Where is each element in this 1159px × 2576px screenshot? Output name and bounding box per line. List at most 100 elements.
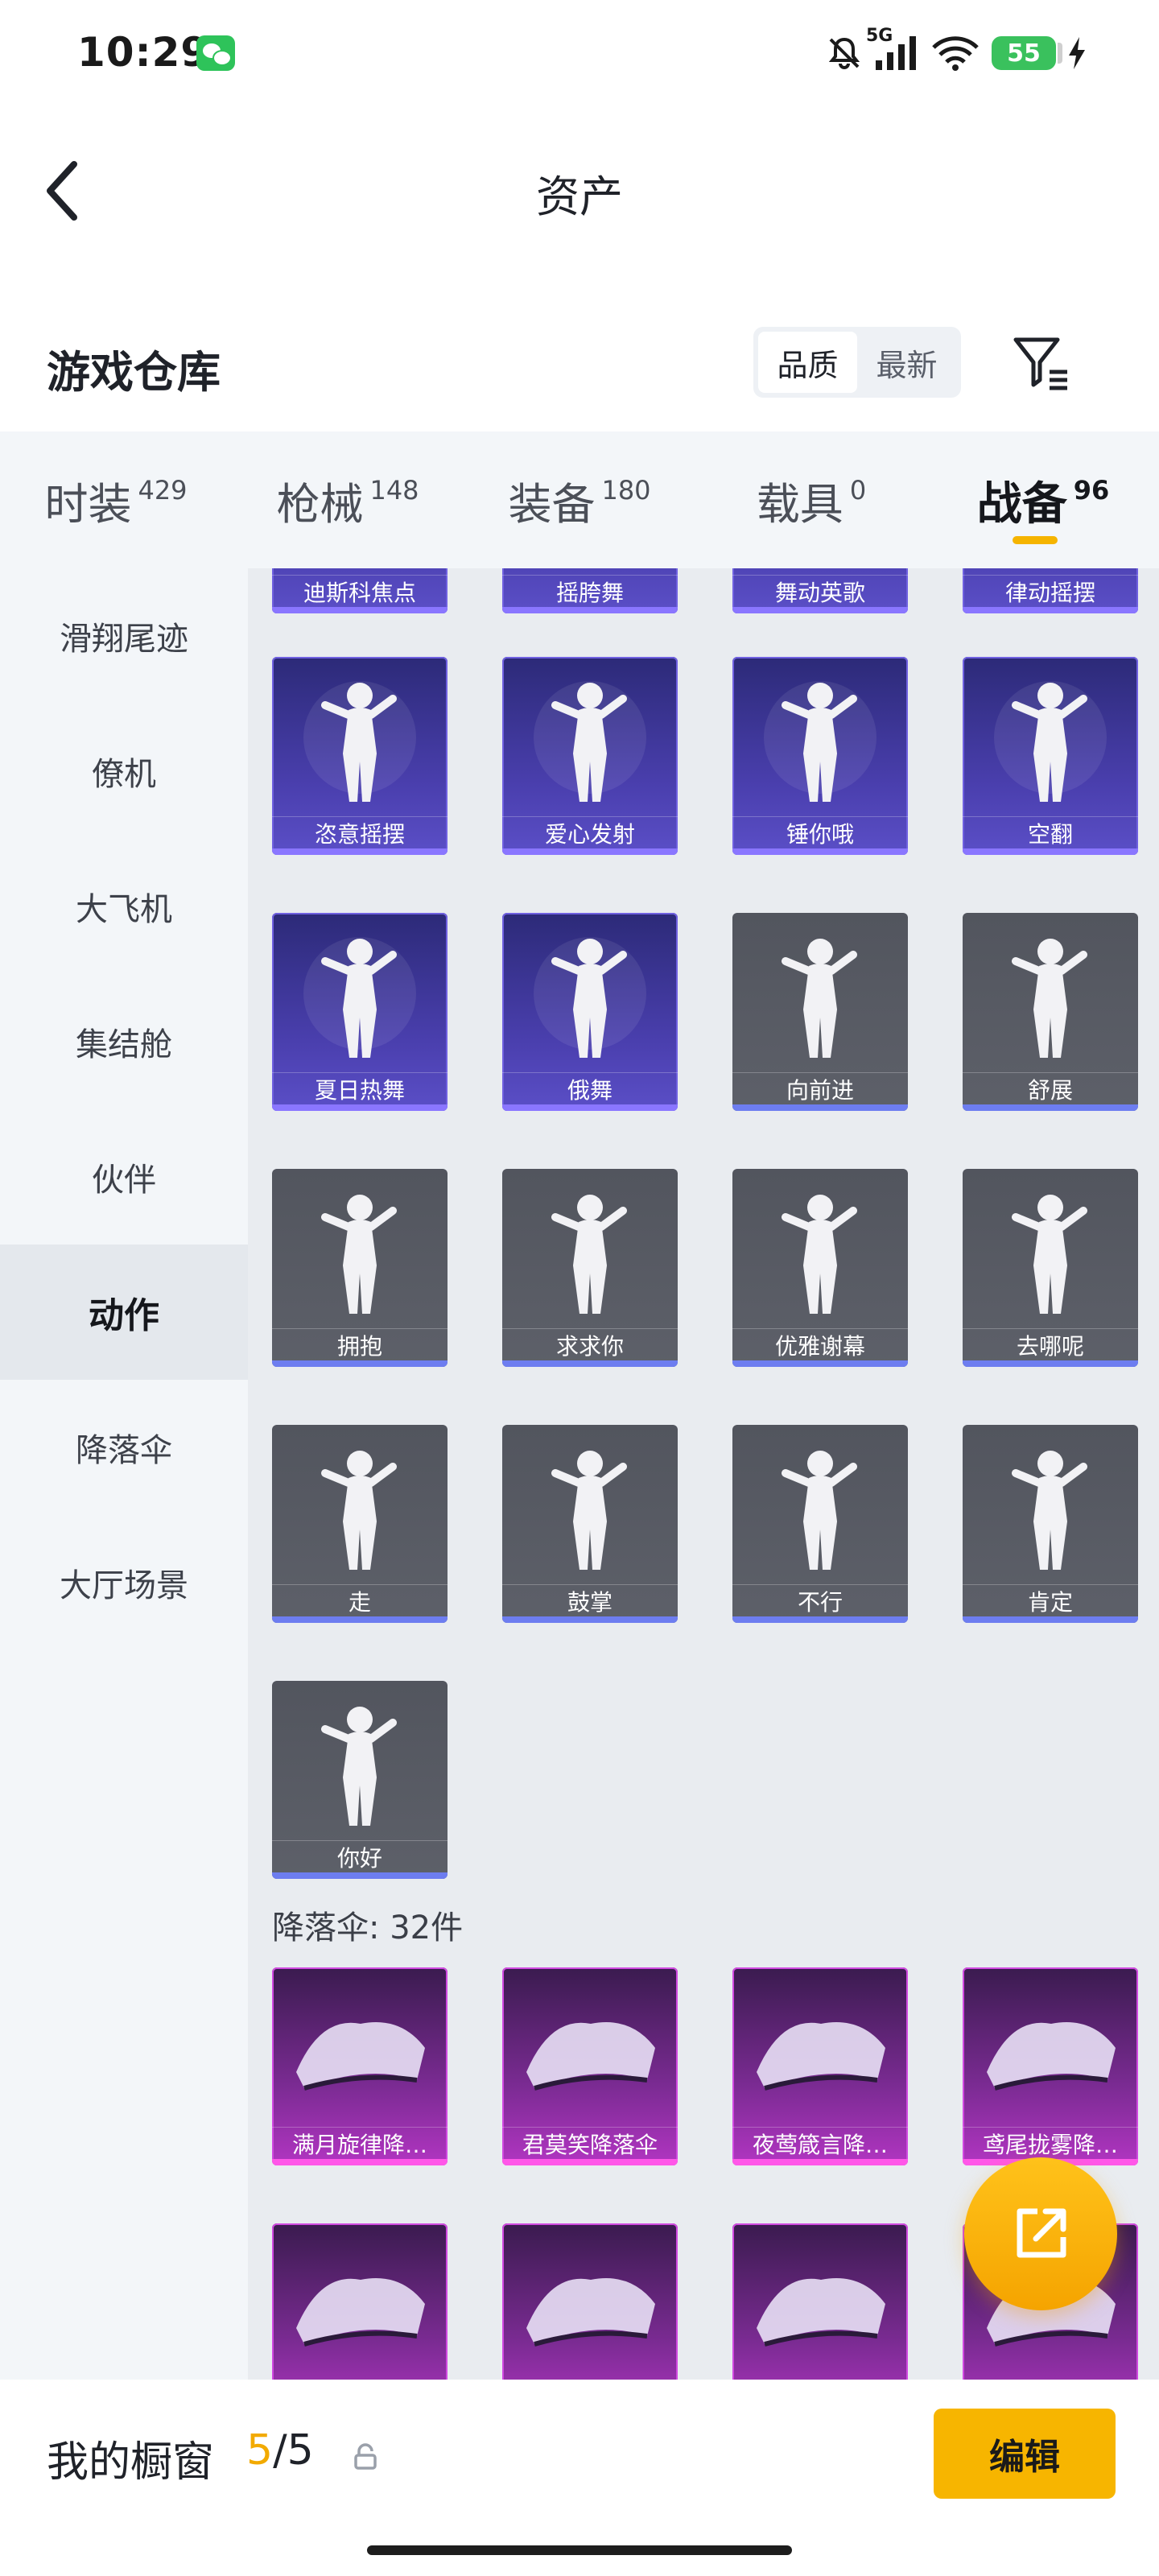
section-header: 游戏仓库 品质 最新 — [0, 314, 1159, 411]
emote-card[interactable]: 摇胯舞 — [502, 568, 678, 613]
emote-card[interactable]: 舞动英歌 — [732, 568, 908, 613]
emote-card[interactable]: 拥抱 — [272, 1169, 448, 1367]
section-title: 游戏仓库 — [47, 347, 221, 398]
card-label: 夜莺箴言降… — [732, 2127, 908, 2159]
parachute-art — [526, 2022, 655, 2091]
lock-icon — [354, 2443, 377, 2470]
card-label: 肯定 — [963, 1584, 1138, 1616]
parachute-card[interactable]: 夜莺箴言降… — [732, 1967, 908, 2165]
tab-label: 装备 — [508, 478, 596, 530]
emote-card[interactable]: 迪斯科焦点 — [272, 568, 448, 613]
emote-card[interactable]: 你好 — [272, 1681, 448, 1879]
emote-card[interactable]: 向前进 — [732, 913, 908, 1111]
tab-label: 载具 — [756, 478, 843, 530]
emote-card[interactable]: 肯定 — [963, 1425, 1138, 1623]
card-label: 俄舞 — [502, 1072, 678, 1104]
sort-by-newest-button[interactable]: 最新 — [857, 332, 956, 393]
sidebar-item-pod[interactable]: 集结舱 — [0, 974, 248, 1109]
tab-battle-gear[interactable]: 战备 96 — [927, 431, 1159, 568]
charging-bolt-icon — [1067, 37, 1087, 69]
showcase-count-total: /5 — [273, 2426, 314, 2475]
sidebar-item-plane[interactable]: 大飞机 — [0, 839, 248, 974]
rarity-bar — [272, 1360, 448, 1367]
tab-count: 0 — [849, 475, 867, 506]
emote-card[interactable]: 锤你哦 — [732, 657, 908, 855]
rarity-bar — [732, 2159, 908, 2165]
bell-off-icon — [826, 35, 863, 72]
emote-figure-art — [321, 1451, 397, 1570]
sidebar: 滑翔尾迹 僚机 大飞机 集结舱 伙伴 动作 降落伞 大厅场景 — [0, 568, 248, 2380]
emote-card[interactable]: 空翻 — [963, 657, 1138, 855]
parachute-card[interactable]: 君莫笑降落伞 — [502, 1967, 678, 2165]
sidebar-item-wingman[interactable]: 僚机 — [0, 704, 248, 839]
parachute-art — [526, 2278, 655, 2347]
emote-figure-art — [1012, 939, 1087, 1058]
rarity-bar — [502, 607, 678, 613]
emote-figure-art — [303, 681, 416, 802]
tab-firearms[interactable]: 枪械 148 — [232, 431, 464, 568]
sort-by-quality-button[interactable]: 品质 — [758, 332, 857, 393]
emote-card[interactable]: 爱心发射 — [502, 657, 678, 855]
emote-card[interactable]: 夏日热舞 — [272, 913, 448, 1111]
card-label: 满月旋律降… — [272, 2127, 448, 2159]
tab-count: 96 — [1073, 475, 1110, 506]
emote-figure-art — [994, 681, 1107, 802]
emote-card[interactable]: 俄舞 — [502, 913, 678, 1111]
filter-button[interactable] — [1011, 332, 1072, 393]
tab-equipment[interactable]: 装备 180 — [464, 431, 695, 568]
emote-card[interactable]: 不行 — [732, 1425, 908, 1623]
rarity-bar — [502, 2159, 678, 2165]
rarity-bar — [272, 2159, 448, 2165]
card-label: 不行 — [732, 1584, 908, 1616]
card-label: 恣意摇摆 — [272, 816, 448, 848]
rarity-bar — [732, 1616, 908, 1623]
emote-figure-art — [1012, 1195, 1087, 1314]
rarity-bar — [963, 607, 1138, 613]
parachute-card[interactable]: 鸢尾拢雾降… — [963, 1967, 1138, 2165]
emote-figure-art — [551, 1451, 627, 1570]
home-indicator — [367, 2545, 792, 2555]
card-label: 舒展 — [963, 1072, 1138, 1104]
emote-card[interactable]: 求求你 — [502, 1169, 678, 1367]
rarity-bar — [502, 1104, 678, 1111]
sidebar-item-partner[interactable]: 伙伴 — [0, 1109, 248, 1245]
signal-icon — [874, 35, 919, 72]
emote-card[interactable]: 优雅谢幕 — [732, 1169, 908, 1367]
rarity-bar — [732, 607, 908, 613]
parachute-card[interactable]: 满月旋律降… — [272, 1967, 448, 2165]
card-label: 夏日热舞 — [272, 1072, 448, 1104]
emote-card[interactable]: 鼓掌 — [502, 1425, 678, 1623]
parachute-art — [757, 2278, 885, 2347]
showcase-count-current: 5 — [246, 2426, 274, 2475]
wechat-icon — [196, 35, 235, 71]
tab-count: 180 — [601, 475, 651, 506]
sidebar-item-glide-trail[interactable]: 滑翔尾迹 — [0, 568, 248, 704]
share-button[interactable] — [964, 2157, 1117, 2310]
sidebar-item-actions[interactable]: 动作 — [0, 1245, 248, 1380]
card-label: 求求你 — [502, 1328, 678, 1360]
item-grid-area: 迪斯科焦点 摇胯舞 舞动英歌 律动摇摆 恣意摇摆 爱心发射 锤你哦 空翻夏日热舞 俄舞 向前进 舒… — [248, 568, 1159, 2380]
sidebar-item-lobby-scene[interactable]: 大厅场景 — [0, 1515, 248, 1650]
emote-figure-art — [551, 1195, 627, 1314]
tab-fashion[interactable]: 时装 429 — [0, 431, 232, 568]
emote-card[interactable]: 走 — [272, 1425, 448, 1623]
parachute-card[interactable] — [502, 2223, 678, 2380]
edit-button[interactable]: 编辑 — [934, 2409, 1116, 2499]
emote-card[interactable]: 舒展 — [963, 913, 1138, 1111]
showcase-title: 我的橱窗 — [47, 2438, 215, 2487]
battery-indicator: 55 — [992, 36, 1062, 70]
parachute-group-heading: 降落伞: 32件 — [272, 1909, 464, 1946]
tab-vehicles[interactable]: 载具 0 — [695, 431, 927, 568]
emote-card[interactable]: 恣意摇摆 — [272, 657, 448, 855]
emote-card[interactable]: 律动摇摆 — [963, 568, 1138, 613]
status-bar: 10:29 5G 55 — [0, 0, 1159, 105]
tab-count: 429 — [138, 475, 188, 506]
rarity-bar — [732, 848, 908, 855]
parachute-card[interactable] — [732, 2223, 908, 2380]
sort-toggle: 品质 最新 — [753, 327, 961, 398]
emote-card[interactable]: 去哪呢 — [963, 1169, 1138, 1367]
parachute-art — [296, 2022, 425, 2091]
sidebar-item-parachute[interactable]: 降落伞 — [0, 1380, 248, 1515]
filter-icon — [1013, 337, 1067, 390]
parachute-card[interactable] — [272, 2223, 448, 2380]
